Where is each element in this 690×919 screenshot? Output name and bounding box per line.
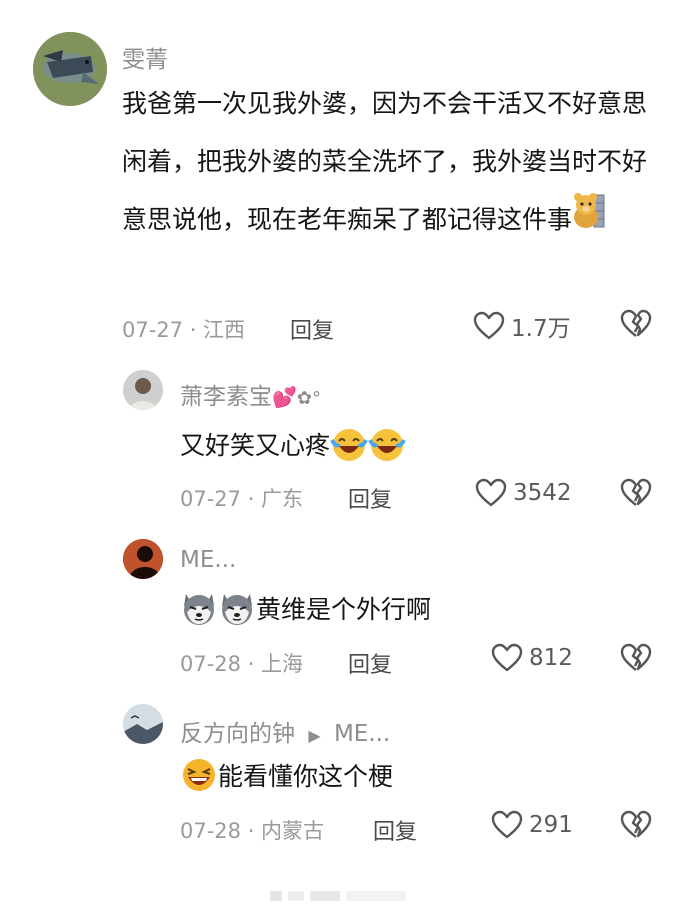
reply-arrow-icon: ▶ <box>308 726 321 745</box>
like-button[interactable]: 1.7万 <box>473 309 571 343</box>
reply-text: 又好笑又心疼 <box>180 425 406 463</box>
reply-item: 反方向的钟 ▶ ME... 能看懂你这个梗 07-28 · 内蒙古 回复 291 <box>0 690 690 860</box>
crying-laughing-emoji-icon <box>368 429 406 461</box>
husky-emoji-icon <box>184 594 214 625</box>
like-count: 1.7万 <box>511 316 571 342</box>
date-location: 07-27 · 江西 <box>122 318 246 342</box>
person-silhouette-avatar-icon <box>123 539 163 579</box>
avatar[interactable] <box>123 370 163 410</box>
dislike-button[interactable] <box>620 309 652 343</box>
broken-heart-icon <box>620 309 652 337</box>
like-button[interactable]: 812 <box>491 643 573 673</box>
watermark-icon <box>270 891 406 901</box>
date-location: 07-27 · 广东 <box>180 487 304 511</box>
date-location: 07-28 · 内蒙古 <box>180 819 325 843</box>
decor-flower-icon: ✿° <box>296 388 321 409</box>
broken-heart-icon <box>620 810 652 838</box>
bear-emoji-icon <box>572 192 606 250</box>
username-text: 萧李素宝 <box>180 384 272 410</box>
avatar[interactable] <box>123 539 163 579</box>
username[interactable]: 反方向的钟 ▶ ME... <box>180 714 390 748</box>
dislike-button[interactable] <box>620 478 652 512</box>
crying-laughing-emoji-icon <box>330 429 368 461</box>
decor-hearts-icon: 💕 <box>272 385 297 409</box>
reply-text-content: 又好笑又心疼 <box>180 431 331 460</box>
dislike-button[interactable] <box>620 643 652 677</box>
reply-item: 萧李素宝💕✿° 又好笑又心疼 07-27 · 广东 回复 3542 <box>0 350 690 520</box>
reply-button[interactable]: 回复 <box>348 647 392 679</box>
dislike-button[interactable] <box>620 810 652 844</box>
husky-emoji-icon <box>222 594 252 625</box>
like-button[interactable]: 3542 <box>475 478 572 508</box>
avatar[interactable] <box>33 32 107 106</box>
reply-button[interactable]: 回复 <box>290 313 334 345</box>
person-avatar-icon <box>123 370 163 410</box>
reply-button[interactable]: 回复 <box>348 482 392 514</box>
heart-icon <box>491 643 523 672</box>
reply-item: ME... 黄维是个外行啊 07-28 · 上海 回复 812 <box>0 520 690 690</box>
username-text: 反方向的钟 <box>180 721 295 747</box>
like-button[interactable]: 291 <box>491 810 573 840</box>
reply-button[interactable]: 回复 <box>373 814 417 846</box>
comment-text: 我爸第一次见我外婆，因为不会干活又不好意思闲着，把我外婆的菜全洗坏了，我外婆当时… <box>122 75 652 250</box>
heart-icon <box>473 311 505 340</box>
reply-text: 能看懂你这个梗 <box>180 756 393 794</box>
reply-text-content: 黄维是个外行啊 <box>256 595 432 624</box>
like-count: 3542 <box>513 480 572 506</box>
like-count: 291 <box>529 812 573 838</box>
date-location: 07-28 · 上海 <box>180 652 304 676</box>
broken-heart-icon <box>620 643 652 671</box>
reply-target-username[interactable]: ME... <box>334 721 390 747</box>
reply-text: 黄维是个外行啊 <box>180 589 431 627</box>
watermark <box>270 888 410 904</box>
username[interactable]: 萧李素宝💕✿° <box>180 377 321 411</box>
username[interactable]: ME... <box>180 547 236 573</box>
broken-heart-icon <box>620 478 652 506</box>
username[interactable]: 雯菁 <box>122 40 168 74</box>
laughing-emoji-icon <box>183 759 215 791</box>
comment-text-content: 我爸第一次见我外婆，因为不会干活又不好意思闲着，把我外婆的菜全洗坏了，我外婆当时… <box>122 89 648 234</box>
reply-text-content: 能看懂你这个梗 <box>218 762 394 791</box>
landscape-avatar-icon <box>123 704 163 744</box>
fish-avatar-icon <box>33 32 107 106</box>
avatar[interactable] <box>123 704 163 744</box>
heart-icon <box>491 810 523 839</box>
like-count: 812 <box>529 645 573 671</box>
comment-item: 雯菁 我爸第一次见我外婆，因为不会干活又不好意思闲着，把我外婆的菜全洗坏了，我外… <box>0 0 690 350</box>
heart-icon <box>475 478 507 507</box>
